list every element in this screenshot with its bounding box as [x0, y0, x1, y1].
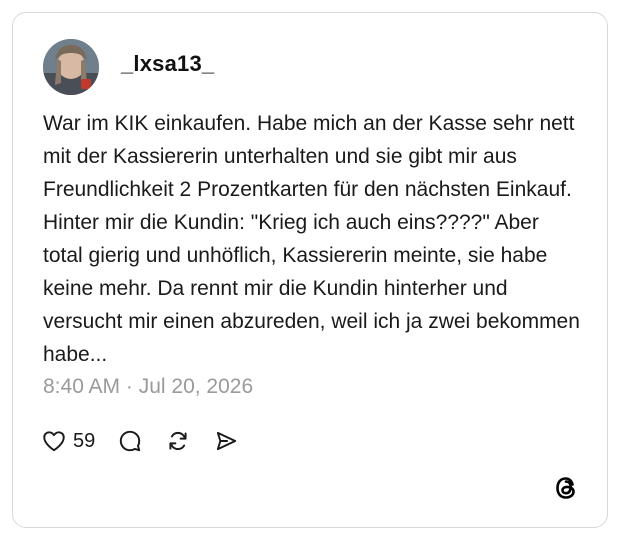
threads-logo-icon: [556, 477, 575, 499]
post-text: War im KIK einkaufen. Habe mich an der K…: [43, 112, 580, 366]
like-button[interactable]: 59: [41, 428, 95, 454]
reply-button[interactable]: [117, 428, 143, 454]
heart-icon: [43, 431, 65, 452]
avatar-image: [43, 39, 99, 95]
repost-button[interactable]: [165, 428, 191, 454]
post-timestamp: 8:40 AM · Jul 20, 2026: [43, 375, 254, 398]
send-icon: [217, 431, 237, 451]
repost-icon: [169, 431, 187, 451]
post-card: _lxsa13_ War im KIK einkaufen. Habe mich…: [12, 12, 608, 528]
avatar[interactable]: [43, 39, 99, 95]
like-count: 59: [73, 429, 96, 452]
username[interactable]: _lxsa13_: [121, 51, 214, 77]
share-button[interactable]: [213, 428, 239, 454]
action-bar: 59: [41, 425, 261, 457]
comment-icon: [120, 430, 141, 452]
